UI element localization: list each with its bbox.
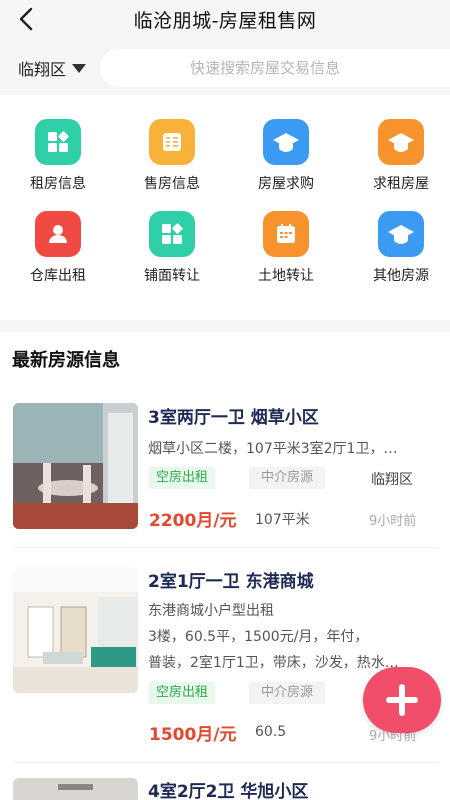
category-rent-request[interactable]: 求租房屋 [345,119,450,193]
calculator-icon [149,119,195,165]
status-tag: 空房出租 [149,682,216,704]
listing-price: 1500月/元 [149,725,237,745]
category-label: 土地转让 [258,268,314,284]
grid-icon [35,119,81,165]
category-label: 租房信息 [30,176,86,192]
grid-icon [149,211,195,257]
graduation-cap-icon [378,119,424,165]
section-divider [0,320,450,332]
plus-icon [386,684,418,716]
page-title: 临沧朋城-房屋租售网 [133,10,317,32]
category-buy-request[interactable]: 房屋求购 [230,119,342,193]
listing-separator [13,547,438,548]
caret-down-icon [72,63,87,73]
section-title: 最新房源信息 [12,350,120,371]
listing-size: 107平米 [255,512,310,528]
status-tag: 空房出租 [149,467,216,489]
listing-photo [13,778,138,800]
listing-title: 2室1厅一卫 东港商城 [148,572,314,592]
category-shop-transfer[interactable]: 铺面转让 [116,211,228,285]
region-selector[interactable]: 临翔区 [18,56,87,80]
top-bar: 临沧朋城-房屋租售网 临翔区 [0,0,450,95]
source-tag: 中介房源 [249,682,326,704]
category-label: 求租房屋 [373,176,429,192]
listing-photo [13,403,138,529]
category-warehouse[interactable]: 仓库出租 [2,211,114,285]
category-label: 其他房源 [373,268,429,284]
listing-description: 烟草小区二楼，107平米3室2厅1卫，… [148,441,398,457]
search-bar[interactable] [100,49,450,87]
category-label: 铺面转让 [144,268,200,284]
listing-size: 60.5 [255,724,287,740]
source-tag: 中介房源 [249,467,326,489]
listing-title: 4室2厅2卫 华旭小区 [148,782,309,800]
search-input[interactable] [155,59,375,77]
listing-description: 3楼，60.5平，1500元/月，年付， [148,629,369,645]
user-icon [35,211,81,257]
listing-separator [13,762,438,763]
listing-area: 临翔区 [371,472,413,488]
listing-title: 3室两厅一卫 烟草小区 [148,408,319,428]
category-other-listings[interactable]: 其他房源 [345,211,450,285]
category-land-transfer[interactable]: 土地转让 [230,211,342,285]
category-grid: 租房信息 售房信息 房屋求购 求租房屋 仓库出租 铺面转让 土地转让 其他房源 [0,110,450,320]
listing-time: 9小时前 [369,514,417,529]
category-label: 售房信息 [144,176,200,192]
category-label: 房屋求购 [258,176,314,192]
category-rent-info[interactable]: 租房信息 [2,119,114,193]
category-label: 仓库出租 [30,268,86,284]
category-sale-info[interactable]: 售房信息 [116,119,228,193]
graduation-cap-icon [378,211,424,257]
region-label: 临翔区 [18,60,67,79]
graduation-cap-icon [263,119,309,165]
add-listing-button[interactable] [363,667,441,733]
listing-description: 东港商城小户型出租 [148,603,274,619]
calendar-icon [263,211,309,257]
listing-price: 2200月/元 [149,511,237,531]
listing-photo [13,567,138,693]
